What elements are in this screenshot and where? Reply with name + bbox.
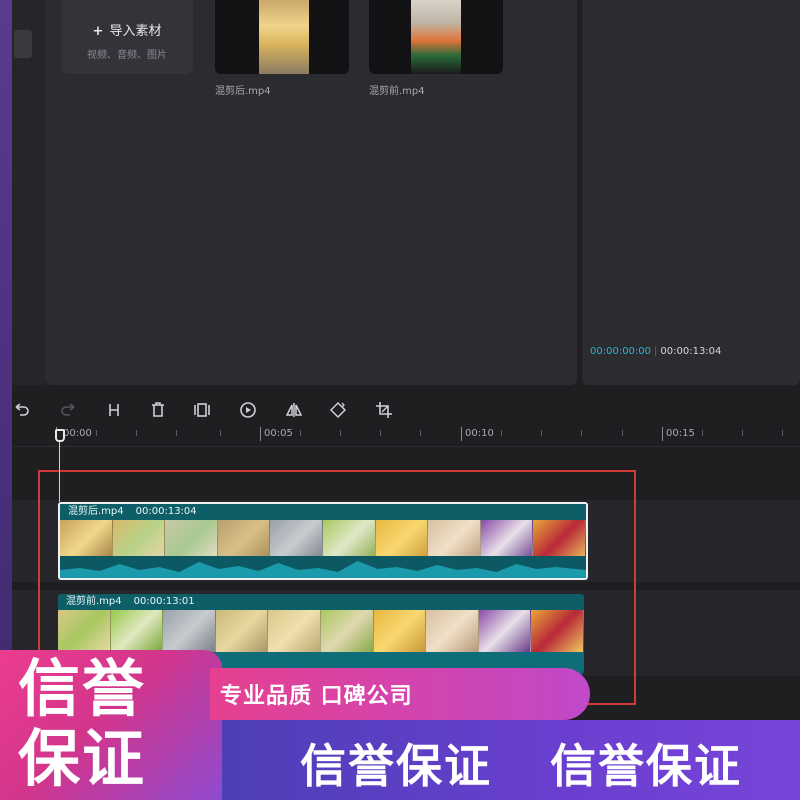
ruler-major-tick (461, 427, 462, 441)
media-item[interactable]: 混剪后.mp4 (215, 0, 355, 97)
clip-frame (215, 610, 269, 652)
crop-icon[interactable] (374, 400, 394, 420)
clip-header: 混剪前.mp4 00:00:13:01 (58, 594, 584, 610)
ruler-label: 00:05 (264, 428, 293, 439)
timeline-toolbar (12, 393, 800, 427)
redo-icon[interactable] (58, 400, 78, 420)
media-library-panel: + 导入素材 视频、音频、图片 混剪后.mp4 混剪前.mp4 (45, 0, 577, 385)
freeze-icon[interactable] (192, 400, 212, 420)
rotate-icon[interactable] (328, 400, 348, 420)
total-time: 00:00:13:04 (660, 346, 722, 357)
promo-banner-text: 信誉保证 (300, 739, 492, 793)
promo-tagline: 专业品质 口碑公司 (210, 668, 590, 720)
speed-icon[interactable] (238, 400, 258, 420)
media-thumbnail (369, 0, 503, 74)
clip-frame (268, 610, 321, 652)
clip-duration: 00:00:13:01 (133, 596, 195, 607)
promo-banner-text: 信誉保证 (550, 739, 742, 793)
preview-timecode: 00:00:00:00 | 00:00:13:04 (590, 346, 721, 357)
mirror-icon[interactable] (284, 400, 304, 420)
playhead-handle[interactable] (55, 429, 65, 442)
clip-name: 混剪后.mp4 (68, 506, 124, 517)
plus-icon: + (92, 24, 104, 39)
media-filename: 混剪前.mp4 (369, 86, 425, 97)
clip-frame (320, 610, 374, 652)
audio-waveform (60, 556, 586, 578)
ruler-label: 00:10 (465, 428, 494, 439)
preview-panel: 00:00:00:00 | 00:00:13:04 (582, 0, 800, 385)
playhead-line (59, 442, 60, 502)
delete-icon[interactable] (148, 400, 168, 420)
ruler-major-tick (662, 427, 663, 441)
import-hint: 视频、音频、图片 (87, 50, 167, 61)
media-item[interactable]: 混剪前.mp4 (369, 0, 509, 97)
timeline-clip[interactable]: 混剪后.mp4 00:00:13:04 (58, 502, 588, 580)
clip-frame (478, 610, 532, 652)
promo-badge: 信誉保证 (0, 650, 222, 800)
current-time: 00:00:00:00 (590, 346, 652, 357)
clip-name: 混剪前.mp4 (66, 596, 122, 607)
clip-frame (110, 610, 164, 652)
clip-frame (373, 610, 427, 652)
clip-frame (163, 610, 216, 652)
import-media-button[interactable]: + 导入素材 视频、音频、图片 (61, 0, 193, 74)
clip-frame (426, 610, 479, 652)
left-nav-strip (12, 0, 45, 385)
clip-frame (58, 610, 111, 652)
nav-tab[interactable] (14, 30, 32, 58)
media-filename: 混剪后.mp4 (215, 86, 271, 97)
ruler-label: 00:00 (63, 428, 92, 439)
time-separator: | (654, 346, 658, 357)
promo-badge-text: 信誉保证 (18, 652, 147, 795)
ruler-major-tick (260, 427, 261, 441)
split-icon[interactable] (104, 400, 124, 420)
promo-tagline-text: 专业品质 口碑公司 (220, 684, 413, 709)
clip-duration: 00:00:13:04 (135, 506, 197, 517)
promo-banner: 信誉保证 信誉保证 (222, 720, 800, 800)
clip-header: 混剪后.mp4 00:00:13:04 (60, 504, 586, 520)
clip-frames (58, 610, 584, 652)
clip-frame (531, 610, 584, 652)
undo-icon[interactable] (12, 400, 32, 420)
ruler-label: 00:15 (666, 428, 695, 439)
import-title: + 导入素材 (92, 24, 162, 39)
media-thumbnail (215, 0, 349, 74)
timeline-ruler[interactable]: 00:00 00:05 00:10 00:15 (12, 427, 800, 447)
